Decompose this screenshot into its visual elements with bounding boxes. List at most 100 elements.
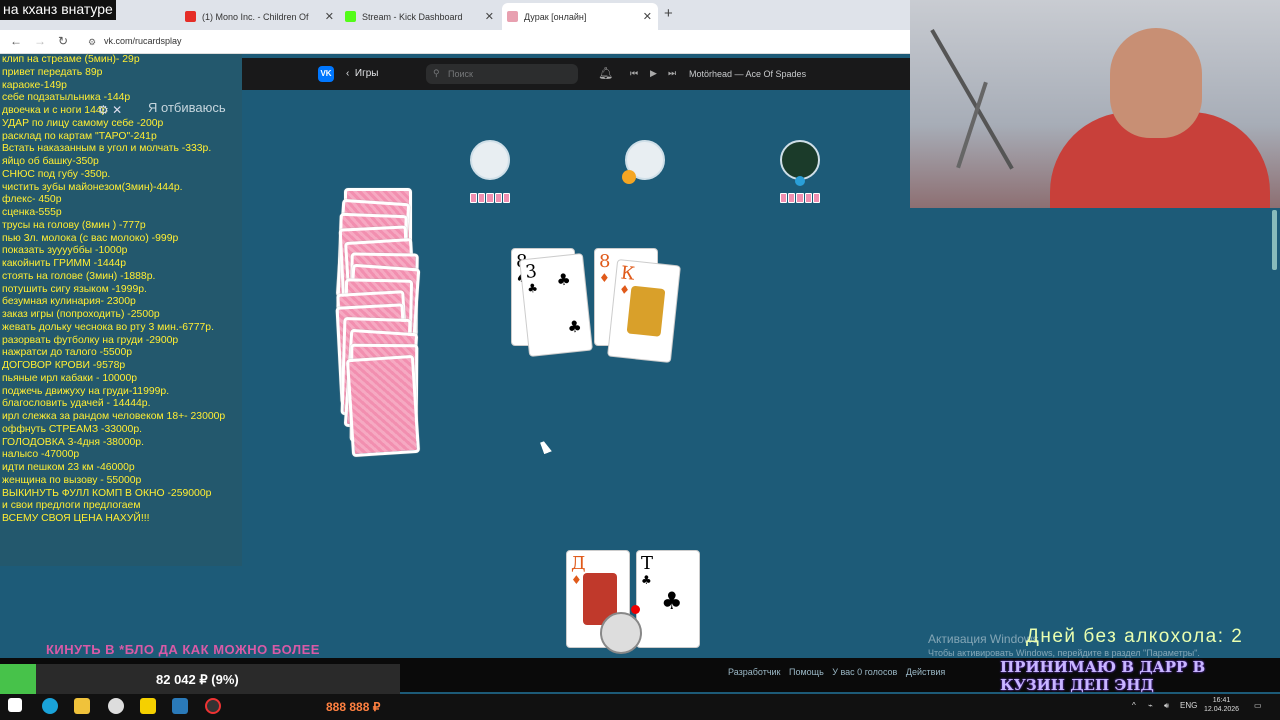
chrome-icon[interactable] (108, 698, 124, 714)
goal-text: 82 042 ₽ (9%) (156, 672, 239, 687)
price-list-item: безумная кулинария- 2300р (2, 296, 136, 308)
price-list-item: ГОЛОДОВКА 3-4дня -38000р. (2, 436, 144, 448)
scrollbar[interactable] (1272, 210, 1277, 270)
diamond-icon: ♦ (618, 282, 631, 298)
vk-logo-icon[interactable]: VK (318, 66, 334, 82)
play-icon[interactable]: ▶ (650, 68, 657, 79)
price-list-item: сценка-555р (2, 207, 62, 218)
windows-start-icon[interactable] (8, 698, 22, 712)
tab-durak[interactable]: Дурак [онлайн] ✕ (502, 3, 658, 30)
windows-taskbar (0, 694, 1280, 720)
vk-header: VK ‹ Игры ⚲ Поиск 🔔︎ ⏮ ▶ ⏭ Motörhead — A… (242, 58, 910, 90)
notification-dot (631, 605, 640, 614)
stream-title: на кханз внатуре (0, 0, 116, 20)
opponent-cards (470, 193, 511, 203)
price-list-item: потушить сигу языком -1999р. (2, 283, 147, 295)
hand-card[interactable]: Т ♣ ♣ (636, 550, 700, 648)
game-table-extension (910, 208, 1280, 658)
club-icon: ♣ (661, 587, 683, 615)
card-rank: 3 (524, 260, 538, 283)
search-icon: ⚲ (433, 68, 440, 78)
streamer-head (1110, 28, 1202, 138)
search-placeholder: Поиск (448, 69, 473, 79)
clock[interactable]: 16:41 12.04.2026 (1204, 696, 1239, 714)
defend-icons: ⚙ ✕ (98, 103, 123, 117)
forward-icon[interactable]: → (34, 34, 46, 48)
developer-link[interactable]: Разработчик (728, 667, 780, 677)
price-list-item: ДОГОВОР КРОВИ -9578р (2, 360, 126, 371)
opponent-avatar[interactable] (780, 140, 820, 180)
price-list-item: УДАР по лицу самому себе -200р (2, 117, 164, 129)
price-list-item: поджечь движуху на груди-11999р. (2, 385, 170, 397)
now-playing[interactable]: Motörhead — Ace Of Spades (689, 69, 806, 79)
actions-menu[interactable]: Действия (906, 667, 945, 677)
tab-youtube[interactable]: (1) Mono Inc. - Children Of ✕ (180, 3, 334, 30)
new-tab-button[interactable]: + (664, 5, 673, 22)
tab-label: (1) Mono Inc. - Children Of (202, 11, 309, 22)
club-icon: ♣ (526, 280, 539, 296)
tray-chevron-icon[interactable]: ^ (1132, 701, 1136, 710)
edge-icon[interactable] (42, 698, 58, 714)
price-list-item: стоять на голове (3мин) -1888р. (2, 270, 156, 282)
close-icon[interactable]: ✕ (485, 10, 494, 23)
opponent-cards (780, 193, 821, 203)
price-list-item: жевать дольку чеснока во рту 3 мин.-6777… (2, 321, 214, 333)
card-rank: К (619, 262, 636, 285)
next-track-icon[interactable]: ⏭ (668, 68, 676, 79)
games-label: Игры (354, 68, 379, 79)
table-card: 3 ♣ ♣ ♣ (519, 252, 593, 358)
network-icon[interactable]: ⌁ (1148, 701, 1153, 710)
help-link[interactable]: Помощь (789, 667, 824, 677)
reload-icon[interactable]: ↻ (58, 34, 68, 48)
volume-icon[interactable]: 🔊︎ (1164, 701, 1169, 711)
vk-footer: Разработчик Помощь У вас 0 голосов Дейст… (728, 667, 951, 677)
price-list-item: идти пешком 23 км -46000р (2, 462, 135, 473)
sober-counter: Дней без алкохола: 2 (1026, 626, 1244, 647)
goal-progress-fill (0, 664, 36, 696)
back-icon[interactable]: ← (10, 34, 22, 48)
price-list: клип на стреаме (5мин)- 29р привет переда… (2, 54, 242, 526)
price-list-item: яйцо об башку-350р (2, 156, 99, 167)
folder-icon[interactable] (74, 698, 90, 714)
price-list-item: привет передать 89р (2, 66, 103, 78)
notifications-icon[interactable]: ▭ (1254, 701, 1262, 710)
tab-kick[interactable]: Stream - Kick Dashboard ✕ (340, 3, 500, 30)
price-list-item: СНЮС под губу -350р. (2, 168, 111, 180)
price-list-item: трусы на голову (8мин ) -777р (2, 219, 146, 231)
card-rank: Д (571, 553, 586, 574)
table-card: К ♦ (607, 258, 681, 364)
close-icon[interactable]: ✕ (325, 10, 334, 23)
games-link[interactable]: ‹ Игры (346, 68, 378, 79)
steam-icon[interactable] (172, 698, 188, 714)
bell-icon[interactable]: 🔔︎ (598, 66, 613, 80)
club-icon: ♣ (641, 573, 652, 587)
price-list-item: ирл слежка за рандом человеком 18+- 2300… (2, 411, 226, 422)
price-list-item: флекс- 450р (2, 194, 62, 206)
opponent-avatar[interactable] (470, 140, 510, 180)
tab-label: Stream - Kick Dashboard (362, 11, 463, 22)
price-list-item: Встать наказанным в угол и молчать -333р… (2, 143, 212, 155)
search-input[interactable]: ⚲ Поиск (426, 64, 578, 84)
prev-track-icon[interactable]: ⏮ (630, 68, 638, 79)
app-icon[interactable] (140, 698, 156, 714)
club-icon: ♣ (555, 269, 572, 290)
obs-icon[interactable] (205, 698, 221, 714)
price-list-item: нажратси до талого -5500р (2, 347, 133, 359)
price-list-item: показать зууууббы -1000р (2, 245, 128, 257)
votes-link[interactable]: У вас 0 голосов (832, 667, 897, 677)
donation-goal: 82 042 ₽ (9%) (0, 664, 400, 696)
clock-time: 16:41 (1212, 697, 1231, 704)
url-input[interactable]: vk.com/rucardsplay (104, 36, 182, 46)
price-list-item: клип на стреаме (5мин)- 29р (2, 54, 140, 65)
close-icon[interactable]: ✕ (643, 10, 652, 23)
price-list-item: налысо -47000р (2, 449, 80, 461)
language-indicator[interactable]: ENG (1180, 701, 1197, 710)
price-list-item: пью 3л. молока (с вас молоко) -999р (2, 232, 179, 244)
price-list-item: и свои предлоги предлогаем (2, 500, 141, 512)
player-avatar[interactable] (600, 612, 642, 654)
card-rank: 8 (599, 251, 611, 272)
card-rank: Т (641, 553, 654, 574)
site-info-icon[interactable]: ⚙ (88, 37, 96, 48)
price-list-item: благословить удачей - 14444р. (2, 398, 151, 410)
price-list-item: пьяные ирл кабаки - 10000р (2, 372, 138, 384)
